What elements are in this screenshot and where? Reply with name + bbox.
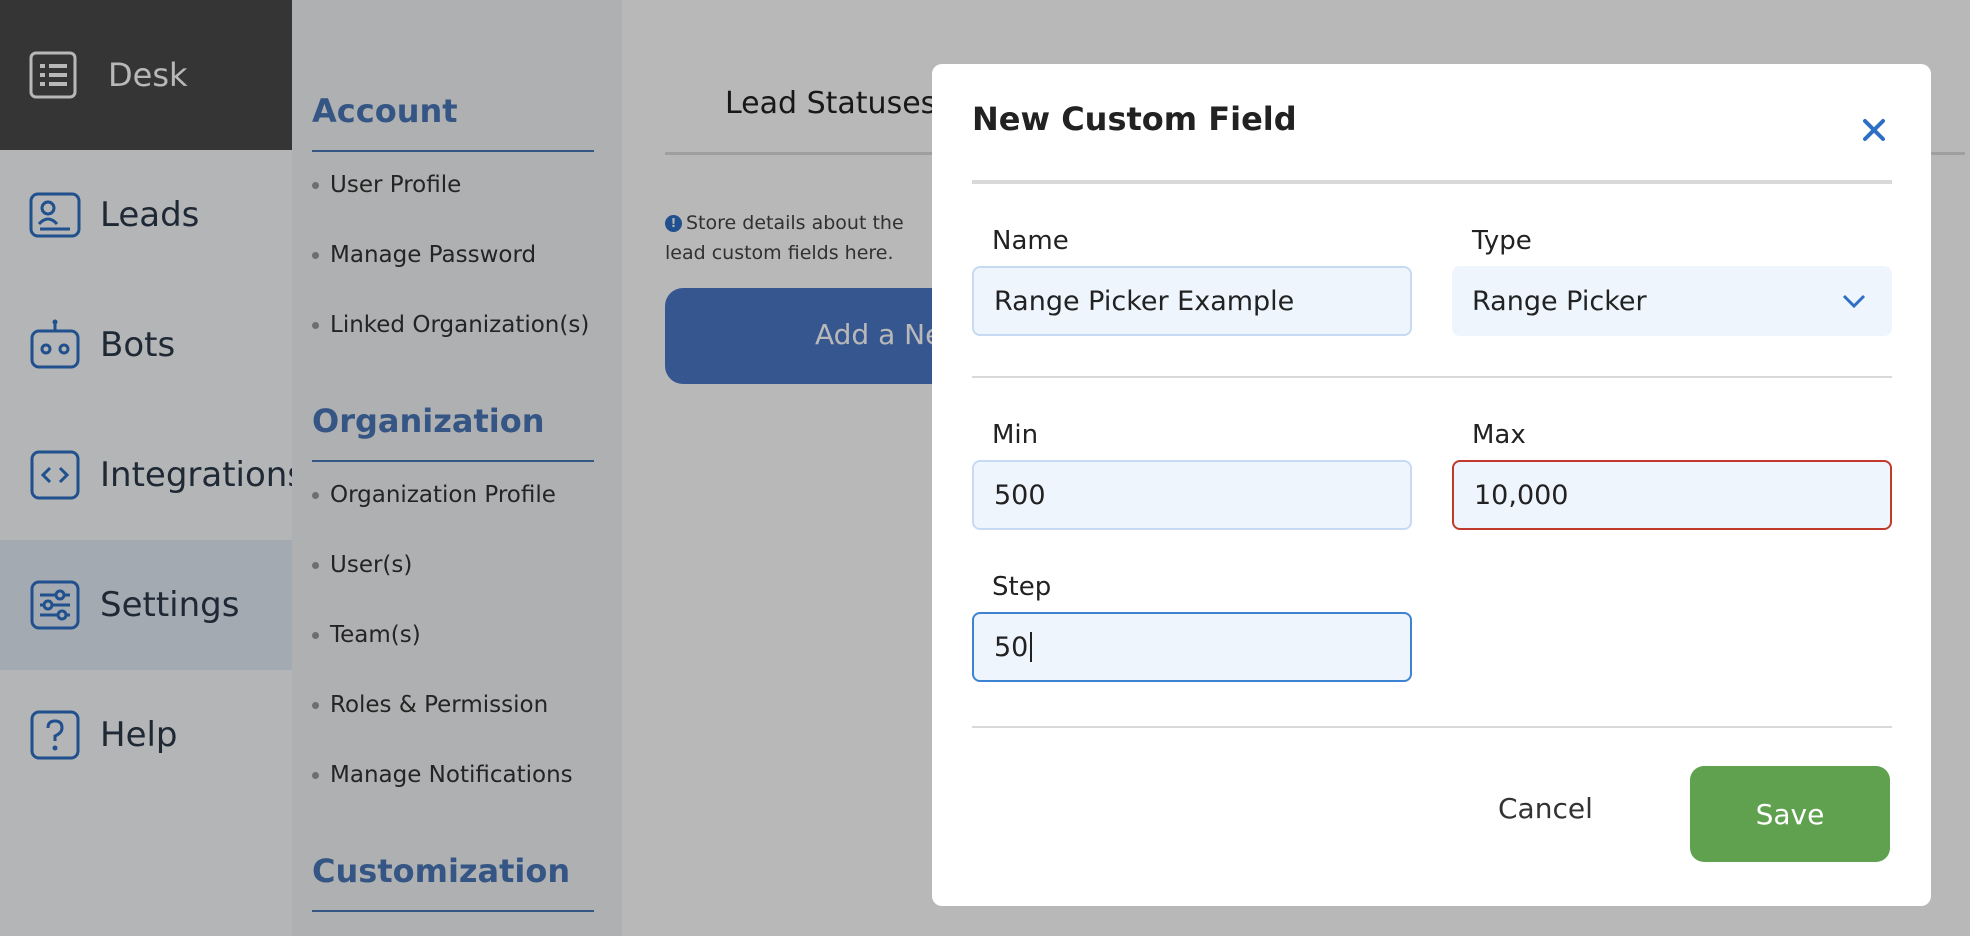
- step-input-value: 50: [994, 631, 1029, 663]
- min-label: Min: [992, 420, 1039, 450]
- max-input[interactable]: 10,000: [1452, 460, 1892, 530]
- dialog-divider: [972, 180, 1892, 184]
- cancel-button[interactable]: Cancel: [1498, 792, 1593, 825]
- new-custom-field-dialog: New Custom Field Name Range Picker Examp…: [932, 64, 1931, 906]
- footer-divider: [972, 726, 1892, 728]
- name-input-value: Range Picker Example: [994, 285, 1295, 317]
- max-label: Max: [1472, 420, 1526, 450]
- type-select[interactable]: Range Picker: [1452, 266, 1892, 336]
- name-input[interactable]: Range Picker Example: [972, 266, 1412, 336]
- save-button[interactable]: Save: [1690, 766, 1890, 862]
- name-label: Name: [992, 226, 1069, 256]
- type-select-value: Range Picker: [1472, 285, 1647, 317]
- type-label: Type: [1472, 226, 1532, 256]
- step-label: Step: [992, 572, 1052, 602]
- dialog-title: New Custom Field: [972, 100, 1297, 138]
- step-input[interactable]: 50: [972, 612, 1412, 682]
- text-cursor: [1030, 632, 1033, 662]
- section-divider: [972, 376, 1892, 378]
- min-input[interactable]: 500: [972, 460, 1412, 530]
- close-icon[interactable]: [1854, 110, 1894, 150]
- min-input-value: 500: [994, 479, 1046, 511]
- chevron-down-icon: [1842, 294, 1866, 308]
- max-input-value: 10,000: [1474, 479, 1569, 511]
